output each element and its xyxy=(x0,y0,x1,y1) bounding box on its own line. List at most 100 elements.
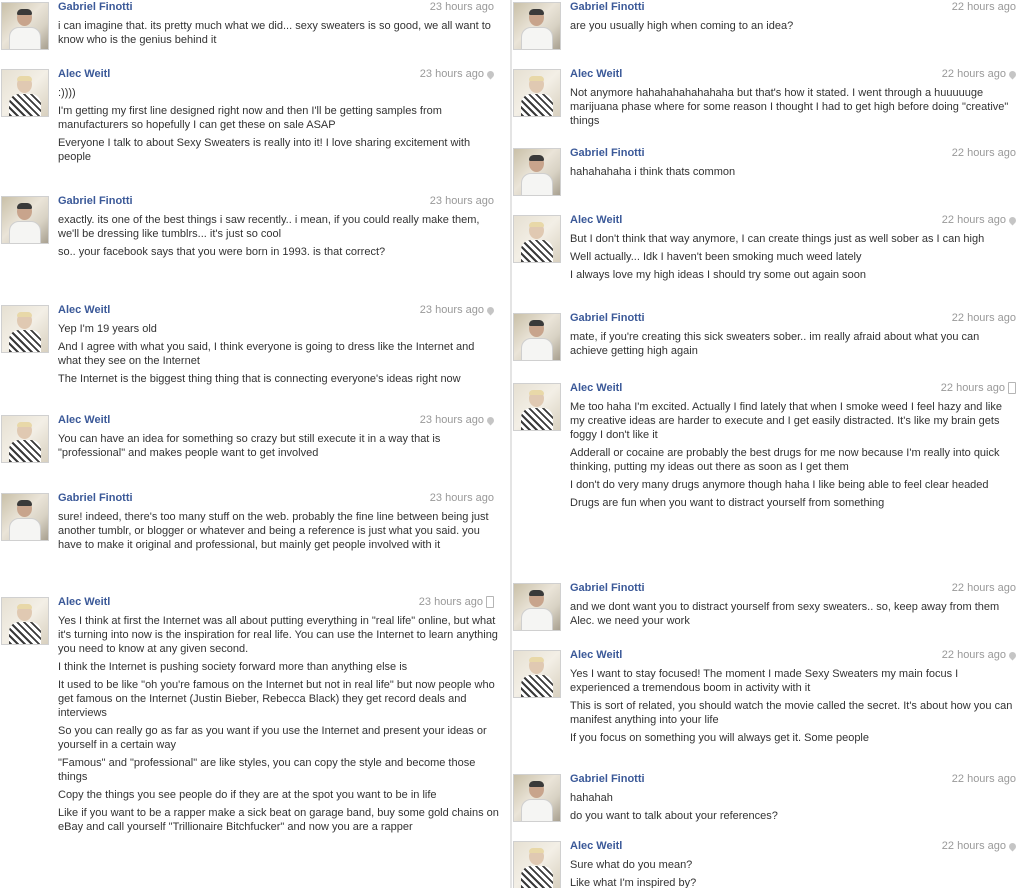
message-text: do you want to talk about your reference… xyxy=(570,810,778,822)
author-name-link[interactable]: Alec Weitl xyxy=(58,304,110,316)
message-timestamp: 22 hours ago xyxy=(942,214,1018,226)
message-body: sure! indeed, there's too many stuff on … xyxy=(58,510,500,556)
avatar[interactable] xyxy=(513,148,561,196)
author-name-link[interactable]: Gabriel Finotti xyxy=(58,1,133,13)
message-timestamp: 23 hours ago xyxy=(418,596,494,609)
message-text: Like if you want to be a rapper make a s… xyxy=(58,807,502,833)
timestamp-text: 23 hours ago xyxy=(419,68,484,80)
message-text: You can have an idea for something so cr… xyxy=(58,433,444,459)
message-text: But I don't think that way anymore, I ca… xyxy=(570,233,985,245)
author-name-link[interactable]: Gabriel Finotti xyxy=(570,147,645,159)
message-text: I always love my high ideas I should try… xyxy=(570,269,866,281)
author-name-link[interactable]: Gabriel Finotti xyxy=(570,582,645,594)
message-text: I think the Internet is pushing society … xyxy=(58,661,408,673)
avatar[interactable] xyxy=(513,383,561,431)
message-text: and we dont want you to distract yoursel… xyxy=(570,601,1002,627)
message-timestamp: 22 hours ago xyxy=(952,312,1016,324)
message-text: Me too haha I'm excited. Actually I find… xyxy=(570,401,1006,441)
author-name-link[interactable]: Gabriel Finotti xyxy=(570,1,645,13)
message-text: "Famous" and "professional" are like sty… xyxy=(58,757,479,783)
message-text: :)))) xyxy=(58,87,76,99)
message-body: mate, if you're creating this sick sweat… xyxy=(570,330,1014,362)
avatar[interactable] xyxy=(513,774,561,822)
timestamp-text: 23 hours ago xyxy=(429,195,494,207)
author-name-link[interactable]: Gabriel Finotti xyxy=(570,773,645,785)
avatar[interactable] xyxy=(513,313,561,361)
timestamp-text: 22 hours ago xyxy=(941,649,1006,661)
avatar[interactable] xyxy=(1,69,49,117)
message-text: Like what I'm inspired by? xyxy=(570,877,697,888)
message-text: sure! indeed, there's too many stuff on … xyxy=(58,511,492,551)
avatar[interactable] xyxy=(513,69,561,117)
author-name-link[interactable]: Gabriel Finotti xyxy=(58,492,133,504)
message-text: So you can really go as far as you want … xyxy=(58,725,490,751)
timestamp-text: 22 hours ago xyxy=(951,1,1016,13)
message-text: This is sort of related, you should watc… xyxy=(570,700,1016,726)
avatar[interactable] xyxy=(1,2,49,50)
message-body: But I don't think that way anymore, I ca… xyxy=(570,232,1014,286)
message-timestamp: 22 hours ago xyxy=(952,582,1016,594)
message-timestamp: 22 hours ago xyxy=(941,649,1018,661)
timestamp-text: 23 hours ago xyxy=(419,414,484,426)
author-name-link[interactable]: Gabriel Finotti xyxy=(58,195,133,207)
location-pin-icon[interactable] xyxy=(485,415,496,426)
message-timestamp: 23 hours ago xyxy=(430,195,494,207)
avatar[interactable] xyxy=(513,215,561,263)
message-timestamp: 22 hours ago xyxy=(952,1,1016,13)
avatar[interactable] xyxy=(1,305,49,353)
author-name-link[interactable]: Gabriel Finotti xyxy=(570,312,645,324)
avatar[interactable] xyxy=(513,650,561,698)
message-body: exactly. its one of the best things i sa… xyxy=(58,213,500,263)
message-body: Sure what do you mean? Like what I'm insp… xyxy=(570,858,1014,888)
message-timestamp: 22 hours ago xyxy=(942,68,1018,80)
author-name-link[interactable]: Alec Weitl xyxy=(570,68,622,80)
timestamp-text: 22 hours ago xyxy=(951,312,1016,324)
timestamp-text: 22 hours ago xyxy=(951,147,1016,159)
message-text: Sure what do you mean? xyxy=(570,859,693,871)
author-name-link[interactable]: Alec Weitl xyxy=(58,414,110,426)
message-timestamp: 23 hours ago xyxy=(419,68,496,80)
message-text: hahahahaha i think thats common xyxy=(570,166,736,178)
message-text: And I agree with what you said, I think … xyxy=(58,341,478,367)
message-timestamp: 23 hours ago xyxy=(430,492,494,504)
message-body: Me too haha I'm excited. Actually I find… xyxy=(570,400,1014,514)
avatar[interactable] xyxy=(513,2,561,50)
message-body: and we dont want you to distract yoursel… xyxy=(570,600,1014,632)
message-text: hahahah xyxy=(570,792,613,804)
message-text: Drugs are fun when you want to distract … xyxy=(570,497,885,509)
author-name-link[interactable]: Alec Weitl xyxy=(570,649,622,661)
message-body: Yes I want to stay focused! The moment I… xyxy=(570,667,1014,749)
message-text: Yes I want to stay focused! The moment I… xyxy=(570,668,962,694)
message-text: exactly. its one of the best things i sa… xyxy=(58,214,483,240)
location-pin-icon[interactable] xyxy=(1007,69,1018,80)
message-text: Well actually... Idk I haven't been smok… xyxy=(570,251,862,263)
avatar[interactable] xyxy=(1,597,49,645)
author-name-link[interactable]: Alec Weitl xyxy=(58,596,110,608)
timestamp-text: 23 hours ago xyxy=(418,596,483,608)
location-pin-icon[interactable] xyxy=(1007,650,1018,661)
right-conversation-column: Gabriel Finotti 22 hours ago are you usual… xyxy=(512,0,1024,888)
avatar[interactable] xyxy=(513,841,561,888)
location-pin-icon[interactable] xyxy=(485,69,496,80)
message-text: I'm getting my first line designed right… xyxy=(58,105,445,131)
author-name-link[interactable]: Alec Weitl xyxy=(570,840,622,852)
avatar[interactable] xyxy=(513,583,561,631)
avatar[interactable] xyxy=(1,415,49,463)
author-name-link[interactable]: Alec Weitl xyxy=(570,382,622,394)
location-pin-icon[interactable] xyxy=(485,305,496,316)
message-text: Yep I'm 19 years old xyxy=(58,323,157,335)
location-pin-icon[interactable] xyxy=(1007,215,1018,226)
message-text: I don't do very many drugs anymore thoug… xyxy=(570,479,989,491)
author-name-link[interactable]: Alec Weitl xyxy=(570,214,622,226)
message-timestamp: 23 hours ago xyxy=(430,1,494,13)
avatar[interactable] xyxy=(1,196,49,244)
message-body: i can imagine that. its pretty much what… xyxy=(58,19,500,51)
author-name-link[interactable]: Alec Weitl xyxy=(58,68,110,80)
location-pin-icon[interactable] xyxy=(1007,841,1018,852)
left-conversation-column: Gabriel Finotti 23 hours ago i can imagine… xyxy=(0,0,510,888)
avatar[interactable] xyxy=(1,493,49,541)
message-text: mate, if you're creating this sick sweat… xyxy=(570,331,983,357)
message-timestamp: 22 hours ago xyxy=(952,147,1016,159)
timestamp-text: 22 hours ago xyxy=(951,773,1016,785)
message-text: Adderall or cocaine are probably the bes… xyxy=(570,447,1003,473)
